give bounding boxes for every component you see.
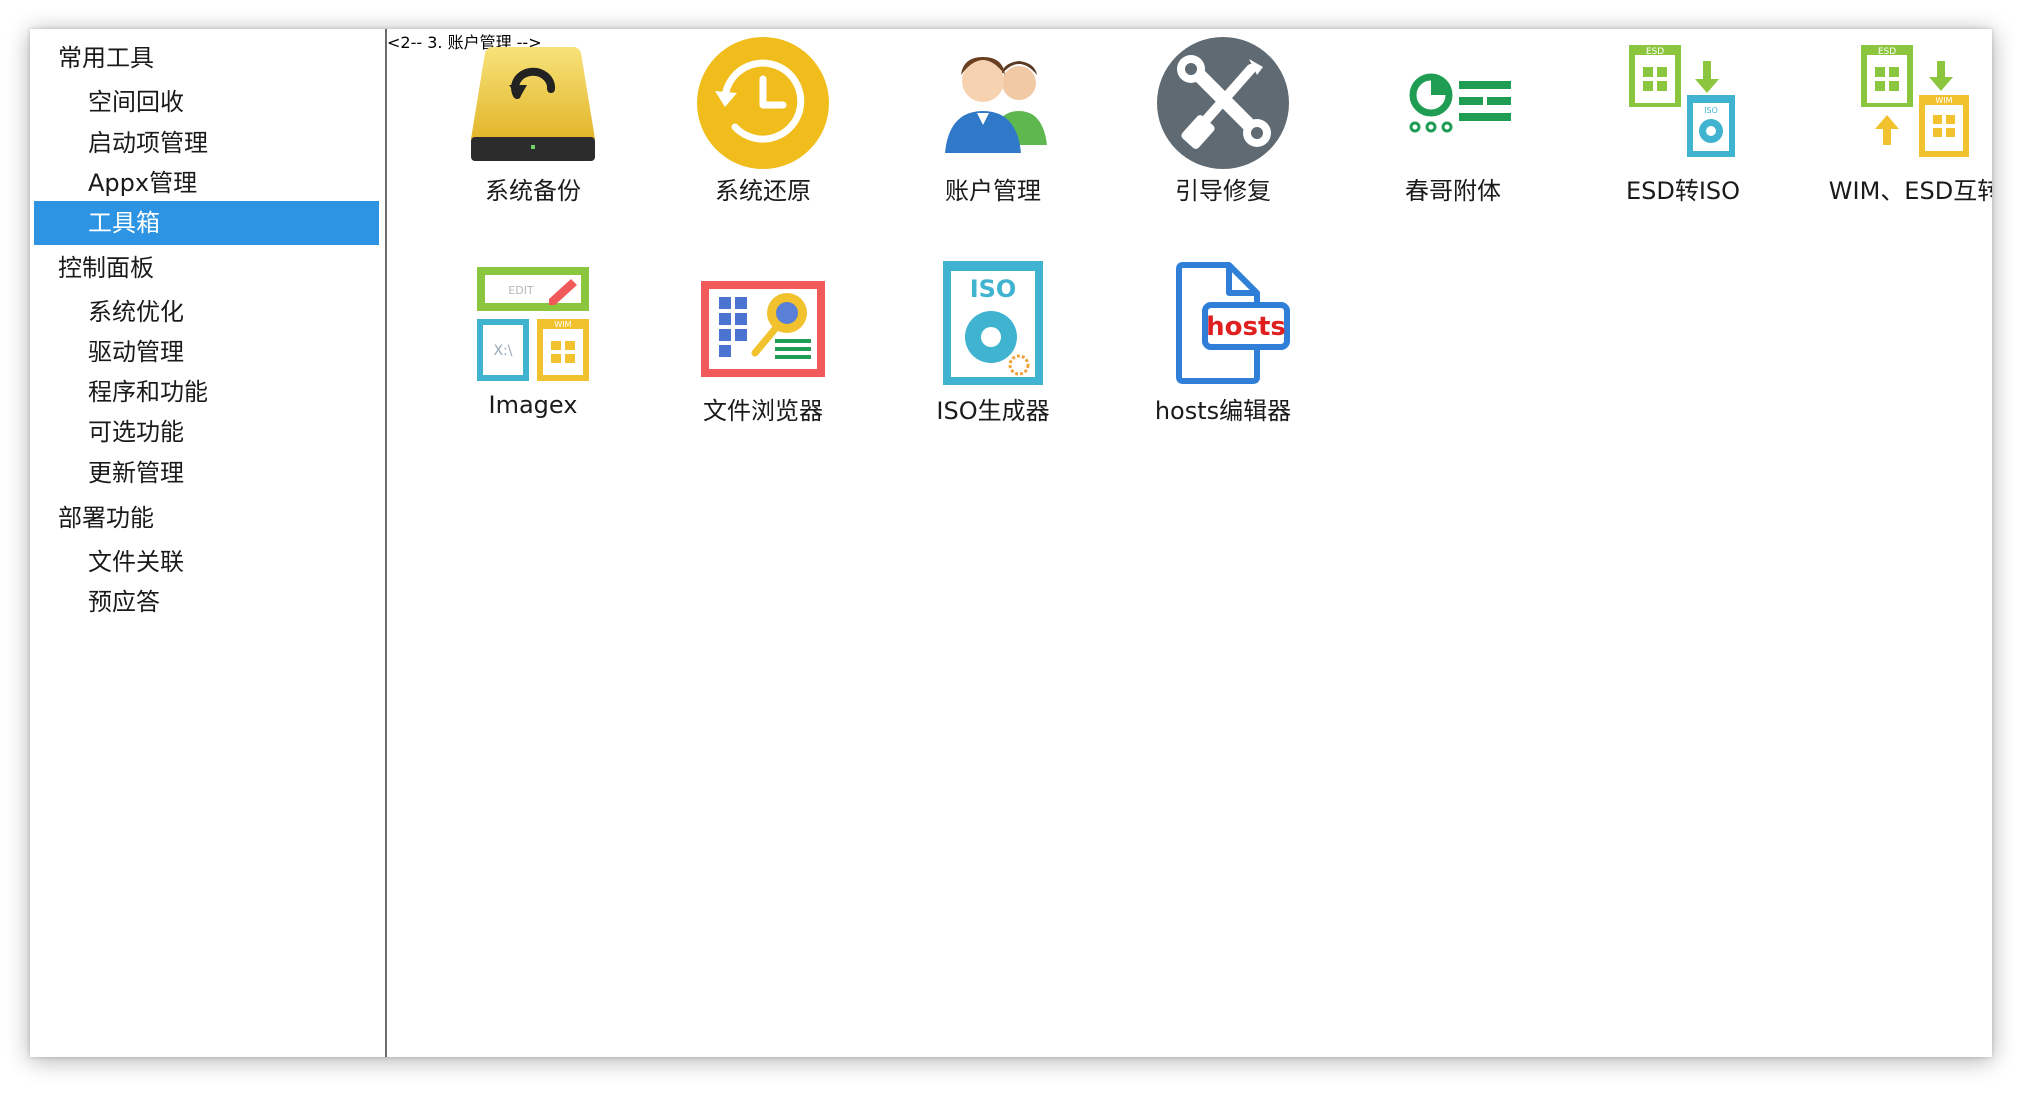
tool-label: Imagex [488,391,578,419]
sidebar-item-programs-features[interactable]: 程序和功能 [34,370,379,414]
tool-system-restore[interactable]: 系统还原 [653,29,873,229]
restore-clock-icon [695,35,831,171]
iso-maker-icon: ISO [925,255,1061,391]
tool-label: 文件浏览器 [703,397,823,425]
sidebar-item-label: 预应答 [88,588,160,616]
svg-text:WIM: WIM [1935,96,1952,105]
tool-esd-to-iso[interactable]: ESD ISO ESD转ISO [1573,29,1793,229]
svg-text:ESD: ESD [1646,47,1664,57]
tool-file-browser[interactable]: 文件浏览器 [653,249,873,449]
tool-label: 账户管理 [945,177,1041,205]
esd-to-iso-icon: ESD ISO [1615,35,1751,171]
sidebar-item-system-optimize[interactable]: 系统优化 [34,290,379,334]
sidebar-item-label: 工具箱 [88,209,160,237]
sidebar-item-label: 驱动管理 [88,338,184,366]
svg-text:ISO: ISO [1704,106,1718,115]
sidebar-item-label: 更新管理 [88,459,184,487]
tool-label: WIM、ESD互转 [1828,177,1992,205]
tool-label: 系统还原 [715,177,811,205]
svg-text:ISO: ISO [970,275,1017,303]
svg-text:EDIT: EDIT [508,284,534,297]
sidebar-item-label: 空间回收 [88,88,184,116]
file-browser-icon [695,255,831,391]
svg-text:X:\: X:\ [493,343,512,359]
sidebar-item-update-manager[interactable]: 更新管理 [34,451,379,495]
tool-hosts-editor[interactable]: hosts hosts编辑器 [1113,249,1333,449]
tool-system-backup[interactable]: 系统备份 [423,29,643,229]
app-window: 常用工具 空间回收 启动项管理 Appx管理 工具箱 控制面板 系统优化 驱动管… [30,29,1992,1057]
sidebar: 常用工具 空间回收 启动项管理 Appx管理 工具箱 控制面板 系统优化 驱动管… [30,29,387,1057]
sidebar-item-toolbox[interactable]: 工具箱 [34,201,379,245]
tool-iso-maker[interactable]: ISO ISO生成器 [883,249,1103,449]
svg-text:hosts: hosts [1206,312,1286,342]
toggle-settings-icon [1385,35,1521,171]
sidebar-item-optional-features[interactable]: 可选功能 [34,410,379,454]
tool-imagex[interactable]: EDIT X:\ WIM Imagex [423,249,643,449]
wim-esd-convert-icon: ESD WIM [1847,35,1983,171]
sidebar-group-common-tools: 常用工具 [58,44,154,72]
imagex-icon: EDIT X:\ WIM [465,255,601,391]
tool-label: 系统备份 [485,177,581,205]
tool-label: 引导修复 [1175,177,1271,205]
sidebar-item-appx-manager[interactable]: Appx管理 [34,161,379,205]
sidebar-item-unattend[interactable]: 预应答 [34,580,379,624]
wrench-screwdriver-icon [1155,35,1291,171]
sidebar-item-label: 系统优化 [88,298,184,326]
sidebar-item-label: 程序和功能 [88,378,208,406]
tool-label: ESD转ISO [1625,177,1741,205]
svg-text:WIM: WIM [554,320,571,329]
tool-boot-repair[interactable]: 引导修复 [1113,29,1333,229]
tool-account-manager[interactable]: 账户管理 [883,29,1103,229]
tool-wim-esd-convert[interactable]: ESD WIM WIM、ESD互转 [1805,29,1992,229]
sidebar-item-label: 文件关联 [88,548,184,576]
svg-text:ESD: ESD [1878,47,1896,57]
sidebar-item-label: 可选功能 [88,418,184,446]
toolbox-panel: 系统备份 系统还原 <2-- 3. 账户管理 --> 账户管理 引导修复 春哥附… [387,29,1992,1057]
tool-chunge-buff[interactable]: 春哥附体 [1343,29,1563,229]
backup-drive-icon [465,35,601,171]
sidebar-item-driver-manager[interactable]: 驱动管理 [34,330,379,374]
sidebar-group-deployment: 部署功能 [58,504,154,532]
sidebar-item-label: Appx管理 [88,169,198,197]
tool-label: 春哥附体 [1405,177,1501,205]
hosts-file-icon: hosts [1155,255,1291,391]
users-icon [925,35,1061,171]
sidebar-item-label: 启动项管理 [88,129,208,157]
sidebar-group-control-panel: 控制面板 [58,254,154,282]
sidebar-item-startup-manager[interactable]: 启动项管理 [34,121,379,165]
sidebar-item-space-recycle[interactable]: 空间回收 [34,80,379,124]
tool-label: ISO生成器 [936,397,1050,425]
tool-label: hosts编辑器 [1154,397,1292,425]
sidebar-item-file-association[interactable]: 文件关联 [34,540,379,584]
